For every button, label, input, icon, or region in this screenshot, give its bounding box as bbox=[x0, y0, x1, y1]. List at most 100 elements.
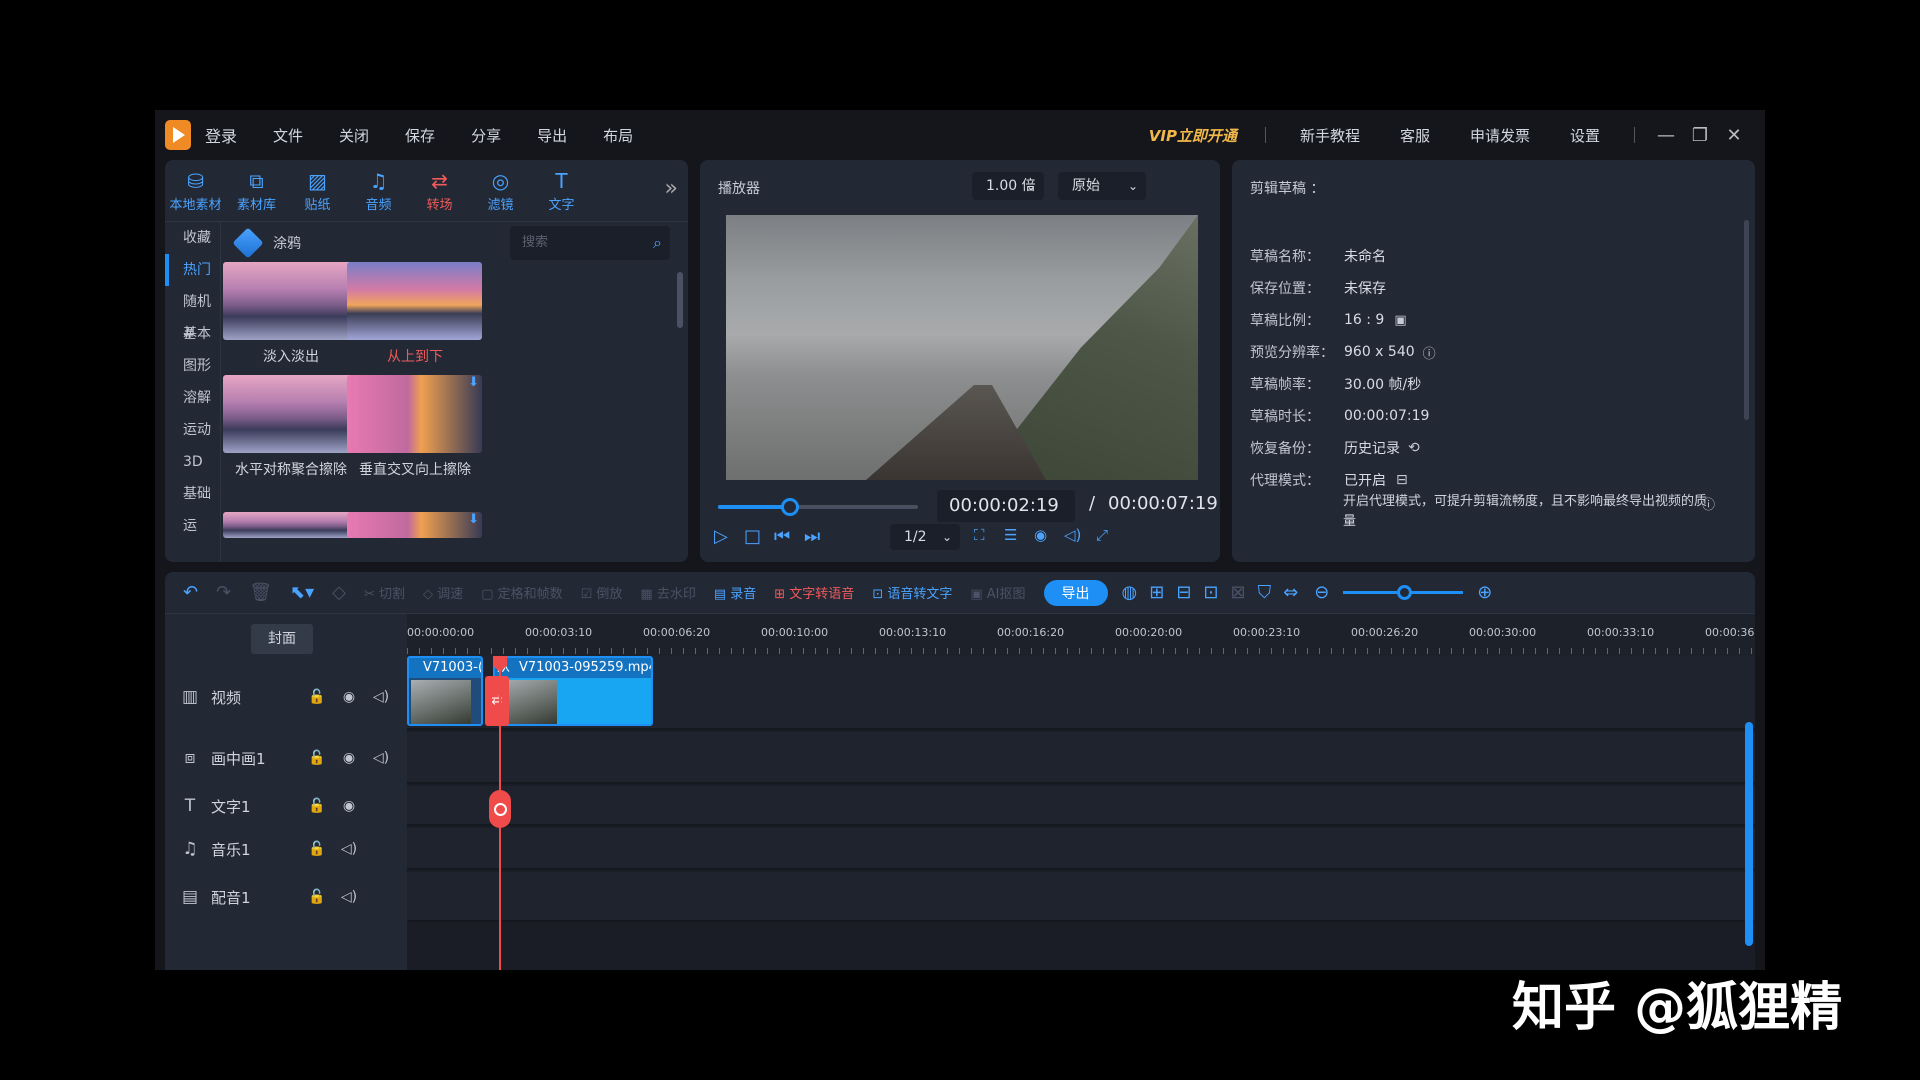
category-random[interactable]: 随机# bbox=[165, 286, 220, 342]
zoom-knob[interactable] bbox=[1397, 585, 1413, 600]
menu-export[interactable]: 导出 bbox=[537, 125, 567, 146]
fullscreen-icon[interactable]: ⤢ bbox=[1096, 526, 1108, 544]
vip-button[interactable]: VIP立即开通 bbox=[1149, 125, 1237, 146]
tab-filter[interactable]: ◎ 滤镜 bbox=[470, 160, 531, 222]
lock-icon[interactable]: 🔓 bbox=[301, 750, 333, 766]
eye-icon[interactable]: ◉ bbox=[333, 689, 365, 705]
menu-file[interactable]: 文件 bbox=[273, 125, 303, 146]
lane-music[interactable] bbox=[407, 828, 1755, 870]
aspect-select[interactable]: 原始 ⌄ bbox=[1058, 172, 1146, 200]
download-icon[interactable]: ⬇ bbox=[468, 375, 479, 390]
color-icon[interactable]: ◍ bbox=[1122, 582, 1138, 603]
history-icon[interactable]: ⟲ bbox=[1408, 440, 1420, 456]
select-tool-icon[interactable]: ⬉▾ bbox=[290, 582, 314, 603]
eye-icon[interactable]: ◉ bbox=[333, 798, 365, 814]
subtitle-icon[interactable]: ☰ bbox=[1004, 526, 1017, 544]
playhead-knob[interactable] bbox=[489, 790, 511, 828]
download-icon[interactable]: ⬇ bbox=[468, 512, 479, 527]
zoom-in-icon[interactable]: ⊕ bbox=[1477, 582, 1492, 603]
tab-text[interactable]: T 文字 bbox=[531, 160, 592, 222]
remove-watermark-button[interactable]: ▦ 去水印 bbox=[640, 583, 695, 602]
transition-thumb-fade[interactable]: ⬇ bbox=[223, 262, 358, 340]
record-button[interactable]: ▤ 录音 bbox=[714, 583, 756, 602]
transition-thumb-top-down[interactable] bbox=[347, 262, 482, 340]
menu-save[interactable]: 保存 bbox=[405, 125, 435, 146]
cover-button[interactable]: 封面 bbox=[251, 624, 313, 654]
proxy-toggle-icon[interactable]: ⊟ bbox=[1396, 472, 1408, 488]
transition-thumb-horizontal-wipe[interactable]: ⬇ bbox=[223, 375, 358, 453]
delete-icon[interactable]: 🗑 bbox=[249, 582, 272, 603]
video-clip[interactable]: 从V71003-095259.mp4 bbox=[493, 656, 653, 726]
speaker-icon[interactable]: ◁) bbox=[365, 750, 397, 766]
timeline-lanes[interactable]: 00:00:00:00 00:00:03:10 00:00:06:20 00:0… bbox=[407, 614, 1755, 970]
shield-icon[interactable]: ⛉ bbox=[1258, 582, 1272, 603]
eye-icon[interactable]: ◉ bbox=[333, 750, 365, 766]
playback-knob[interactable] bbox=[781, 498, 799, 516]
snapshot-icon[interactable]: ◉ bbox=[1034, 526, 1047, 544]
speed-select[interactable]: 1.00 倍 ⌄ bbox=[972, 172, 1044, 200]
login-button[interactable]: 登录 bbox=[205, 123, 237, 147]
fit-icon[interactable]: ⛶ bbox=[974, 526, 985, 544]
tab-sticker[interactable]: ▨ 贴纸 bbox=[287, 160, 348, 222]
reverse-button[interactable]: ☑ 倒放 bbox=[581, 583, 623, 602]
lock-icon[interactable]: 🔓 bbox=[301, 689, 333, 705]
grid-icon[interactable]: ⊟ bbox=[1176, 582, 1191, 603]
export-button[interactable]: 导出 bbox=[1043, 579, 1108, 606]
freeze-button[interactable]: ▢ 定格和帧数 bbox=[481, 583, 562, 602]
close-icon[interactable]: ✕ bbox=[1717, 125, 1751, 146]
mosaic-icon[interactable]: ⊠ bbox=[1231, 582, 1246, 603]
tab-local-media[interactable]: ⛁ 本地素材 bbox=[165, 160, 226, 222]
tab-library[interactable]: ⧉ 素材库 bbox=[226, 160, 287, 222]
category-dissolve[interactable]: 溶解 bbox=[165, 382, 220, 414]
stop-icon[interactable]: □ bbox=[744, 526, 761, 547]
category-favorites[interactable]: 收藏 bbox=[165, 222, 220, 254]
timeline-scrollbar[interactable] bbox=[1745, 722, 1753, 946]
lane-text[interactable] bbox=[407, 786, 1755, 826]
history-link[interactable]: 历史记录 bbox=[1344, 438, 1400, 458]
search-input[interactable]: 搜索 ⌕ bbox=[510, 226, 670, 260]
restore-icon[interactable]: ❐ bbox=[1683, 125, 1717, 146]
mark-icon[interactable]: ◇ bbox=[332, 582, 346, 603]
zoom-slider[interactable] bbox=[1343, 585, 1464, 600]
category-basic-motion[interactable]: 基础运 bbox=[165, 478, 220, 534]
invoice-link[interactable]: 申请发票 bbox=[1470, 125, 1530, 146]
undo-icon[interactable]: ↶ bbox=[183, 582, 198, 603]
speaker-icon[interactable]: ◁) bbox=[333, 841, 365, 857]
help-icon[interactable]: ⓘ bbox=[1423, 343, 1436, 362]
tts-button[interactable]: ⊞ 文字转语音 bbox=[774, 583, 854, 602]
play-icon[interactable]: ▷ bbox=[714, 526, 728, 547]
transition-thumb[interactable]: ⬇ bbox=[347, 512, 482, 538]
speed-button[interactable]: ◇ 调速 bbox=[423, 583, 463, 602]
time-ruler[interactable]: 00:00:00:00 00:00:03:10 00:00:06:20 00:0… bbox=[407, 614, 1755, 656]
menu-layout[interactable]: 布局 bbox=[603, 125, 633, 146]
volume-icon[interactable]: ◁) bbox=[1064, 526, 1081, 544]
merge-icon[interactable]: ⊞ bbox=[1149, 582, 1164, 603]
menu-share[interactable]: 分享 bbox=[471, 125, 501, 146]
tutorial-link[interactable]: 新手教程 bbox=[1300, 125, 1360, 146]
media-scrollbar[interactable] bbox=[677, 272, 683, 328]
redo-icon[interactable]: ↷ bbox=[216, 582, 231, 603]
tab-transition[interactable]: ⇄ 转场 bbox=[409, 160, 470, 222]
transition-thumb[interactable]: ⬇ bbox=[223, 512, 358, 538]
split-screen-icon[interactable]: ⊡ bbox=[1203, 582, 1218, 603]
transition-thumb-vertical-wipe[interactable]: ⬇ bbox=[347, 375, 482, 453]
split-button[interactable]: ✂ 切割 bbox=[364, 583, 405, 602]
speaker-icon[interactable]: ◁) bbox=[365, 689, 397, 705]
quality-select[interactable]: 1/2 ⌄ bbox=[890, 524, 960, 550]
ai-cutout-button[interactable]: ▣ AI抠图 bbox=[970, 583, 1025, 602]
transition-marker[interactable]: ⇄ bbox=[485, 676, 509, 726]
current-time-input[interactable]: 00:00:02:19 bbox=[937, 490, 1075, 522]
category-hot[interactable]: 热门 bbox=[165, 254, 220, 286]
support-link[interactable]: 客服 bbox=[1400, 125, 1430, 146]
ratio-play-icon[interactable]: ▣ bbox=[1394, 313, 1406, 328]
search-icon[interactable]: ⌕ bbox=[653, 226, 662, 260]
playback-slider[interactable] bbox=[718, 498, 918, 516]
zoom-out-icon[interactable]: ⊖ bbox=[1314, 582, 1329, 603]
settings-link[interactable]: 设置 bbox=[1570, 125, 1600, 146]
category-motion[interactable]: 运动 bbox=[165, 414, 220, 446]
more-tabs-icon[interactable]: » bbox=[665, 176, 678, 201]
tab-audio[interactable]: ♫ 音频 bbox=[348, 160, 409, 222]
lock-icon[interactable]: 🔓 bbox=[301, 889, 333, 905]
video-clip[interactable]: V71003-( bbox=[407, 656, 483, 726]
fit-timeline-icon[interactable]: ⇔ bbox=[1283, 582, 1298, 603]
